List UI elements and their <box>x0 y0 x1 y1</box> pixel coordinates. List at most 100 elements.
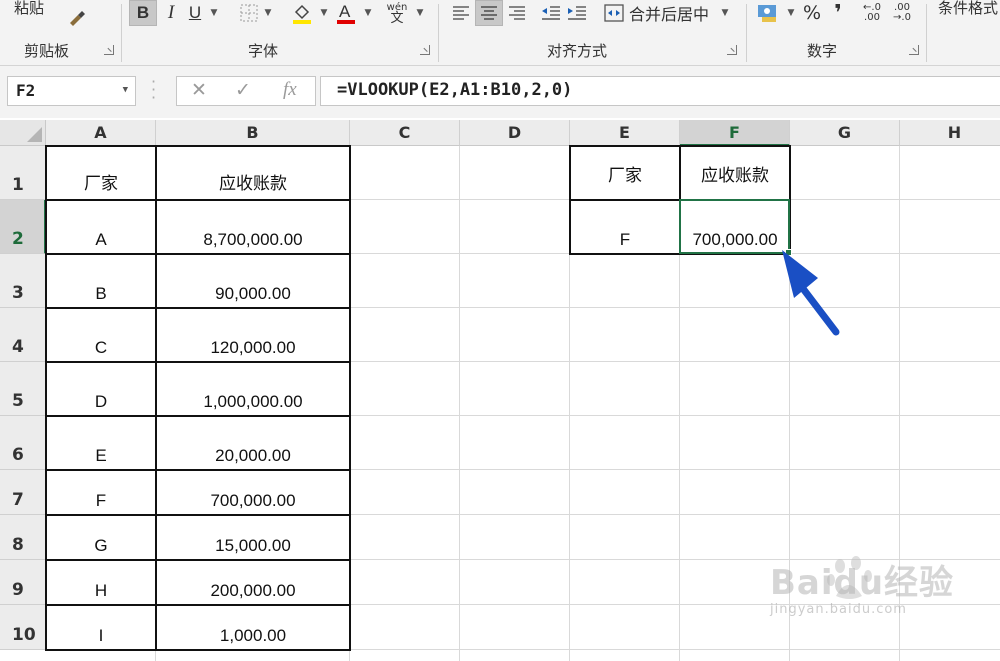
row-header-8[interactable]: 8 <box>0 515 46 560</box>
pointer-arrow-icon <box>782 250 840 336</box>
number-group: ▼ % ❜ ←.0 .00 .00 →.0 数字 <box>747 0 925 66</box>
formula-input[interactable]: =VLOOKUP(E2,A1:B10,2,0) <box>320 76 1000 106</box>
phonetic-dropdown-icon[interactable]: ▼ <box>414 0 426 26</box>
cell-border <box>349 145 351 651</box>
cell-border <box>45 559 351 561</box>
cell-border <box>45 307 351 309</box>
row-header-10[interactable]: 10 <box>0 605 46 650</box>
name-box-dropdown-icon[interactable]: ▼ <box>123 85 128 95</box>
cell-border <box>45 415 351 417</box>
cell-border <box>45 361 351 363</box>
row-header-4[interactable]: 4 <box>0 308 46 362</box>
column-header-a[interactable]: A <box>46 120 156 146</box>
cell-b4[interactable]: 120,000.00 <box>156 308 350 362</box>
increase-decimal-icon[interactable]: ←.0 .00 <box>859 0 885 26</box>
clipboard-launcher-icon[interactable] <box>104 45 114 55</box>
insert-function-button[interactable]: fx <box>283 79 297 101</box>
column-header-e[interactable]: E <box>570 120 680 146</box>
cell-a10[interactable]: I <box>46 605 156 650</box>
underline-button[interactable]: U <box>184 0 206 26</box>
formula-bar-grip-icon[interactable]: · · · <box>151 74 156 106</box>
row-header-1[interactable]: 1 <box>0 146 46 200</box>
font-color-icon[interactable]: A <box>334 0 358 26</box>
enter-icon[interactable]: ✓ <box>235 79 251 101</box>
cell-f1[interactable]: 应收账款 <box>680 146 790 200</box>
paste-button[interactable]: 粘贴 <box>14 0 44 20</box>
merge-center-button[interactable]: 合并后居中 <box>629 0 709 26</box>
decrease-decimal-icon[interactable]: .00 →.0 <box>889 0 915 26</box>
cell-border <box>155 145 157 651</box>
borders-dropdown-icon[interactable]: ▼ <box>262 0 274 26</box>
select-all-button[interactable] <box>0 120 46 146</box>
phonetic-guide-icon[interactable]: wén 文 <box>384 0 410 26</box>
merge-center-icon[interactable] <box>603 0 625 26</box>
group-label-alignment: 对齐方式 <box>547 42 608 60</box>
align-right-icon[interactable] <box>505 0 529 26</box>
excel-window: 粘贴 剪贴板 B I U ▼ ▼ ▼ A ▼ wén 文 ▼ 字体 合并后居中 … <box>0 0 1000 661</box>
cell-b6[interactable]: 20,000.00 <box>156 416 350 470</box>
comma-style-button[interactable]: ❜ <box>829 0 847 26</box>
name-box[interactable]: F2 ▼ <box>7 76 136 106</box>
cell-a3[interactable]: B <box>46 254 156 308</box>
cell-b10[interactable]: 1,000.00 <box>156 605 350 650</box>
align-center-icon[interactable] <box>475 0 503 26</box>
underline-dropdown-icon[interactable]: ▼ <box>208 0 220 26</box>
column-header-g[interactable]: G <box>790 120 900 146</box>
font-launcher-icon[interactable] <box>420 45 430 55</box>
decrease-indent-icon[interactable] <box>539 0 563 26</box>
row-header-2[interactable]: 2 <box>0 200 46 254</box>
number-launcher-icon[interactable] <box>909 45 919 55</box>
cell-a9[interactable]: H <box>46 560 156 605</box>
group-label-font: 字体 <box>248 42 279 60</box>
fill-color-dropdown-icon[interactable]: ▼ <box>318 0 330 26</box>
cell-border <box>45 469 351 471</box>
row-header-3[interactable]: 3 <box>0 254 46 308</box>
watermark-main: Baidu经验 <box>770 563 955 603</box>
row-header-5[interactable]: 5 <box>0 362 46 416</box>
cell-b8[interactable]: 15,000.00 <box>156 515 350 560</box>
accounting-dropdown-icon[interactable]: ▼ <box>785 0 797 26</box>
italic-button[interactable]: I <box>160 0 182 26</box>
format-painter-icon[interactable] <box>64 6 90 32</box>
align-left-icon[interactable] <box>449 0 473 26</box>
merge-dropdown-icon[interactable]: ▼ <box>719 0 731 26</box>
cell-b2[interactable]: 8,700,000.00 <box>156 200 350 254</box>
borders-icon[interactable] <box>238 0 260 26</box>
cell-b5[interactable]: 1,000,000.00 <box>156 362 350 416</box>
cancel-icon[interactable]: ✕ <box>191 79 207 101</box>
cell-b7[interactable]: 700,000.00 <box>156 470 350 515</box>
cell-a2[interactable]: A <box>46 200 156 254</box>
row-header-9[interactable]: 9 <box>0 560 46 605</box>
cell-border <box>45 649 351 651</box>
column-header-c[interactable]: C <box>350 120 460 146</box>
column-header-b[interactable]: B <box>156 120 350 146</box>
row-header-7[interactable]: 7 <box>0 470 46 515</box>
alignment-launcher-icon[interactable] <box>727 45 737 55</box>
font-color-dropdown-icon[interactable]: ▼ <box>362 0 374 26</box>
cell-b1[interactable]: 应收账款 <box>156 146 350 200</box>
cell-a8[interactable]: G <box>46 515 156 560</box>
cell-a7[interactable]: F <box>46 470 156 515</box>
row-header-6[interactable]: 6 <box>0 416 46 470</box>
increase-indent-icon[interactable] <box>565 0 589 26</box>
cell-a4[interactable]: C <box>46 308 156 362</box>
decrease-decimal-bottom: →.0 <box>893 12 911 23</box>
cell-border <box>569 145 571 255</box>
cell-e2[interactable]: F <box>570 200 680 254</box>
cell-e1[interactable]: 厂家 <box>570 146 680 200</box>
cell-a1[interactable]: 厂家 <box>46 146 156 200</box>
accounting-format-icon[interactable] <box>755 0 781 26</box>
bold-button[interactable]: B <box>129 0 157 26</box>
column-header-f[interactable]: F <box>680 120 790 146</box>
conditional-format-button[interactable]: 条件格式 <box>938 0 998 20</box>
cell-border <box>45 253 351 255</box>
cell-b3[interactable]: 90,000.00 <box>156 254 350 308</box>
percent-button[interactable]: % <box>801 0 823 26</box>
cell-a5[interactable]: D <box>46 362 156 416</box>
increase-decimal-bottom: .00 <box>864 12 880 23</box>
column-header-h[interactable]: H <box>900 120 1000 146</box>
cell-b9[interactable]: 200,000.00 <box>156 560 350 605</box>
cell-a6[interactable]: E <box>46 416 156 470</box>
column-header-d[interactable]: D <box>460 120 570 146</box>
fill-color-icon[interactable] <box>290 0 314 26</box>
